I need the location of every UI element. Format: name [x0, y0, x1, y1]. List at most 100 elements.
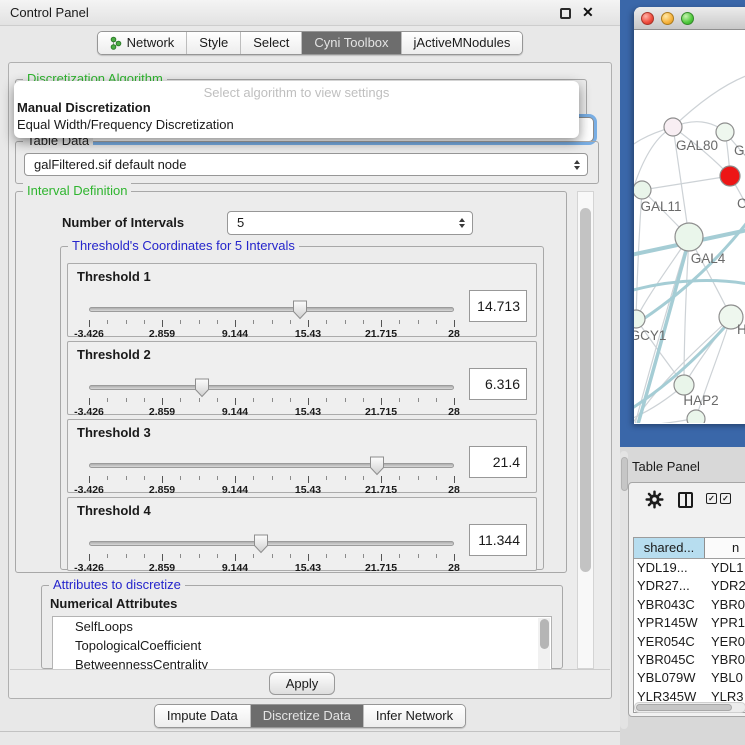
threshold-slider[interactable]: -3.4262.8599.14415.4321.71528: [89, 378, 454, 416]
minimize-light-icon[interactable]: [661, 12, 674, 25]
slider-track[interactable]: [89, 307, 454, 312]
network-node-gal4[interactable]: [675, 223, 703, 251]
top-tab-group: Network StyleSelectCyni ToolboxjActiveMNo…: [97, 31, 524, 55]
network-edge[interactable]: [642, 176, 730, 190]
threshold-value-field[interactable]: 11.344: [469, 524, 527, 556]
network-canvas[interactable]: GAL80GACGAL11GAL4GCY1HHAP2: [634, 30, 745, 423]
tick-major: [308, 554, 309, 561]
threshold-slider[interactable]: -3.4262.8599.14415.4321.71528: [89, 534, 454, 572]
tick-minor: [180, 398, 181, 402]
attributes-group: Attributes to discretize Numerical Attri…: [41, 585, 563, 669]
slider-track[interactable]: [89, 541, 454, 546]
network-node[interactable]: [687, 410, 705, 423]
node-label: HAP2: [683, 393, 718, 408]
table-row[interactable]: YER054CYER0: [634, 633, 745, 651]
network-edge[interactable]: [634, 281, 745, 292]
close-light-icon[interactable]: [641, 12, 654, 25]
column-header-name[interactable]: n: [705, 538, 745, 558]
float-window-icon[interactable]: [560, 8, 571, 19]
settings-gear-icon[interactable]: [645, 490, 664, 514]
zoom-light-icon[interactable]: [681, 12, 694, 25]
apply-button[interactable]: Apply: [269, 672, 335, 695]
select-columns-checkbox-icon[interactable]: ✓: [720, 493, 731, 504]
network-node-gcy1[interactable]: [634, 310, 645, 328]
tick-major: [235, 320, 236, 327]
panel-scrollbar[interactable]: [577, 191, 594, 669]
tick-minor: [180, 554, 181, 558]
slider-thumb[interactable]: [369, 456, 385, 481]
horizontal-scrollbar[interactable]: [634, 702, 745, 713]
tick-major: [235, 476, 236, 483]
network-edge[interactable]: [673, 70, 745, 127]
threshold-panel-2: Threshold 2 -3.4262.8599.14415.4321.71528…: [67, 341, 537, 415]
close-icon[interactable]: ✕: [582, 4, 594, 21]
tick-major: [381, 554, 382, 561]
network-node-ga[interactable]: [716, 123, 734, 141]
threshold-slider[interactable]: -3.4262.8599.14415.4321.71528: [89, 456, 454, 494]
slider-thumb[interactable]: [253, 534, 269, 559]
network-node-c[interactable]: [720, 166, 740, 186]
scrollbar-thumb[interactable]: [580, 208, 591, 572]
tab-select[interactable]: Select: [240, 32, 301, 54]
threshold-value-field[interactable]: 21.4: [469, 446, 527, 478]
vertical-scrollbar[interactable]: [620, 451, 628, 729]
threshold-label: Threshold 1: [77, 269, 151, 284]
slider-track[interactable]: [89, 385, 454, 390]
column-layout-icon[interactable]: [678, 492, 693, 508]
tick-label: 15.43: [295, 406, 321, 418]
tick-minor: [253, 398, 254, 402]
attribute-item-topologicalcoefficient[interactable]: TopologicalCoefficient: [53, 636, 551, 655]
tick-minor: [107, 476, 108, 480]
tab-impute-data[interactable]: Impute Data: [155, 705, 250, 727]
table-row[interactable]: YDR27...YDR2: [634, 577, 745, 595]
tab-label: Network: [127, 35, 175, 50]
tab-style[interactable]: Style: [186, 32, 240, 54]
algorithm-dropdown-popup: Select algorithm to view settings Manual…: [14, 81, 579, 138]
algorithm-option-manual-discretization[interactable]: Manual Discretization: [17, 100, 151, 115]
algorithm-option-equal-width-frequency-discretization[interactable]: Equal Width/Frequency Discretization: [17, 117, 234, 132]
tick-minor: [217, 320, 218, 324]
tab-jactivemnodules[interactable]: jActiveMNodules: [401, 32, 523, 54]
dropdown-placeholder: Select algorithm to view settings: [14, 85, 579, 100]
network-node-gal80[interactable]: [664, 118, 682, 136]
network-node-hap2[interactable]: [674, 375, 694, 395]
scrollbar-thumb[interactable]: [636, 704, 732, 711]
slider-track[interactable]: [89, 463, 454, 468]
tab-infer-network[interactable]: Infer Network: [363, 705, 465, 727]
threshold-value-field[interactable]: 14.713: [469, 290, 527, 322]
attribute-item-betweennesscentrality[interactable]: BetweennessCentrality: [53, 655, 551, 670]
scrollbar-thumb[interactable]: [621, 457, 628, 491]
cell-shared-name: YER054C: [634, 633, 705, 651]
tab-cyni-toolbox[interactable]: Cyni Toolbox: [301, 32, 400, 54]
tick-label: 9.144: [222, 562, 248, 574]
table-data-select[interactable]: galFiltered.sif default node: [24, 153, 588, 176]
select-all-checkbox-icon[interactable]: ✓: [706, 493, 717, 504]
network-node-gal11[interactable]: [634, 181, 651, 199]
threshold-value-field[interactable]: 6.316: [469, 368, 527, 400]
attribute-item-selfloops[interactable]: SelfLoops: [53, 617, 551, 636]
threshold-label: Threshold 2: [77, 347, 151, 362]
tick-minor: [436, 554, 437, 558]
table-row[interactable]: YBR045CYBR0: [634, 651, 745, 669]
tick-major: [89, 554, 90, 561]
tab-network[interactable]: Network: [98, 32, 187, 54]
column-header-shared-name[interactable]: shared...: [634, 538, 705, 558]
tab-discretize-data[interactable]: Discretize Data: [250, 705, 363, 727]
scrollbar-thumb[interactable]: [540, 619, 549, 649]
tick-minor: [436, 398, 437, 402]
numerical-attributes-list: SelfLoopsTopologicalCoefficientBetweenne…: [52, 616, 552, 670]
cell-shared-name: YBL079W: [634, 669, 705, 687]
table-row[interactable]: YDL19...YDL1: [634, 559, 745, 577]
tick-major: [454, 476, 455, 483]
table-row[interactable]: YBL079WYBL0: [634, 669, 745, 687]
table-row[interactable]: YBR043CYBR0: [634, 596, 745, 614]
table-row[interactable]: YPR145WYPR1: [634, 614, 745, 632]
slider-thumb[interactable]: [194, 378, 210, 403]
threshold-slider[interactable]: -3.4262.8599.14415.4321.71528: [89, 300, 454, 338]
tick-label: -3.426: [74, 406, 104, 418]
tick-minor: [418, 476, 419, 480]
slider-thumb[interactable]: [292, 300, 308, 325]
tick-minor: [180, 476, 181, 480]
list-scrollbar[interactable]: [538, 618, 550, 670]
number-of-intervals-select[interactable]: 5: [227, 211, 473, 235]
